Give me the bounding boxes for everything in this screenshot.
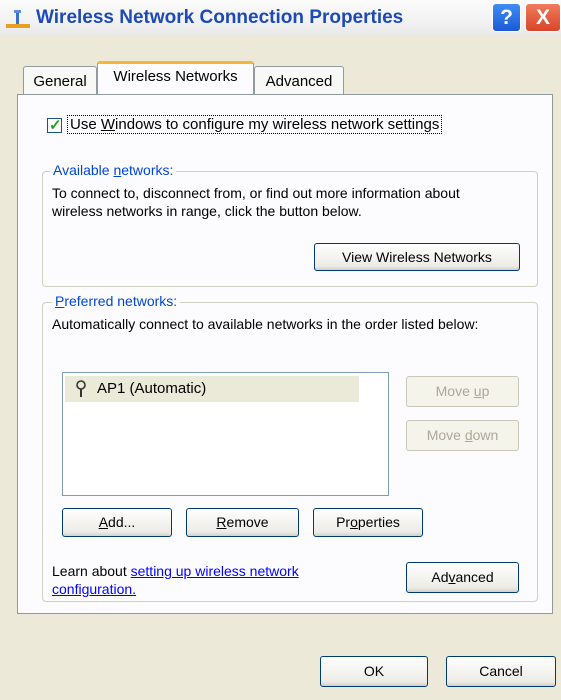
help-icon: ?: [500, 6, 513, 29]
tab-wireless-networks[interactable]: Wireless Networks: [97, 61, 254, 94]
available-networks-description: To connect to, disconnect from, or find …: [52, 185, 460, 219]
help-button[interactable]: ?: [492, 3, 521, 32]
window-title: Wireless Network Connection Properties: [36, 7, 404, 28]
preferred-networks-description: Automatically connect to available netwo…: [52, 316, 479, 332]
tab-label: Advanced: [265, 73, 333, 90]
properties-button[interactable]: Properties: [313, 508, 423, 537]
network-name: AP1 (Automatic): [97, 380, 207, 397]
title-bar[interactable]: Wireless Network Connection Properties ?…: [0, 0, 561, 36]
advanced-button[interactable]: Advanced: [406, 562, 519, 593]
move-down-button[interactable]: Move down: [406, 420, 519, 451]
tab-label: General: [33, 73, 87, 90]
ok-button[interactable]: OK: [320, 656, 428, 687]
tab-label: Wireless Networks: [113, 68, 238, 85]
add-button[interactable]: Add...: [62, 508, 172, 537]
preferred-networks-legend: Preferred networks:: [52, 293, 181, 309]
network-connection-icon: [6, 10, 30, 28]
list-item[interactable]: AP1 (Automatic): [65, 376, 359, 402]
close-icon: X: [535, 6, 550, 29]
cancel-button[interactable]: Cancel: [446, 656, 556, 687]
tab-advanced[interactable]: Advanced: [254, 66, 344, 96]
close-button[interactable]: X: [525, 3, 561, 32]
tab-general[interactable]: General: [23, 66, 97, 96]
learn-about-text: Learn about setting up wireless network …: [52, 563, 299, 597]
use-windows-checkbox-label[interactable]: Use Windows to configure my wireless net…: [67, 115, 443, 134]
move-up-button[interactable]: Move up: [406, 376, 519, 407]
remove-button[interactable]: Remove: [186, 508, 299, 537]
wireless-antenna-icon: [76, 380, 86, 397]
view-wireless-networks-button[interactable]: View Wireless Networks: [314, 243, 520, 271]
preferred-networks-list[interactable]: AP1 (Automatic): [62, 372, 389, 496]
available-networks-legend: Available networks:: [50, 162, 177, 178]
use-windows-checkbox[interactable]: [47, 116, 62, 134]
